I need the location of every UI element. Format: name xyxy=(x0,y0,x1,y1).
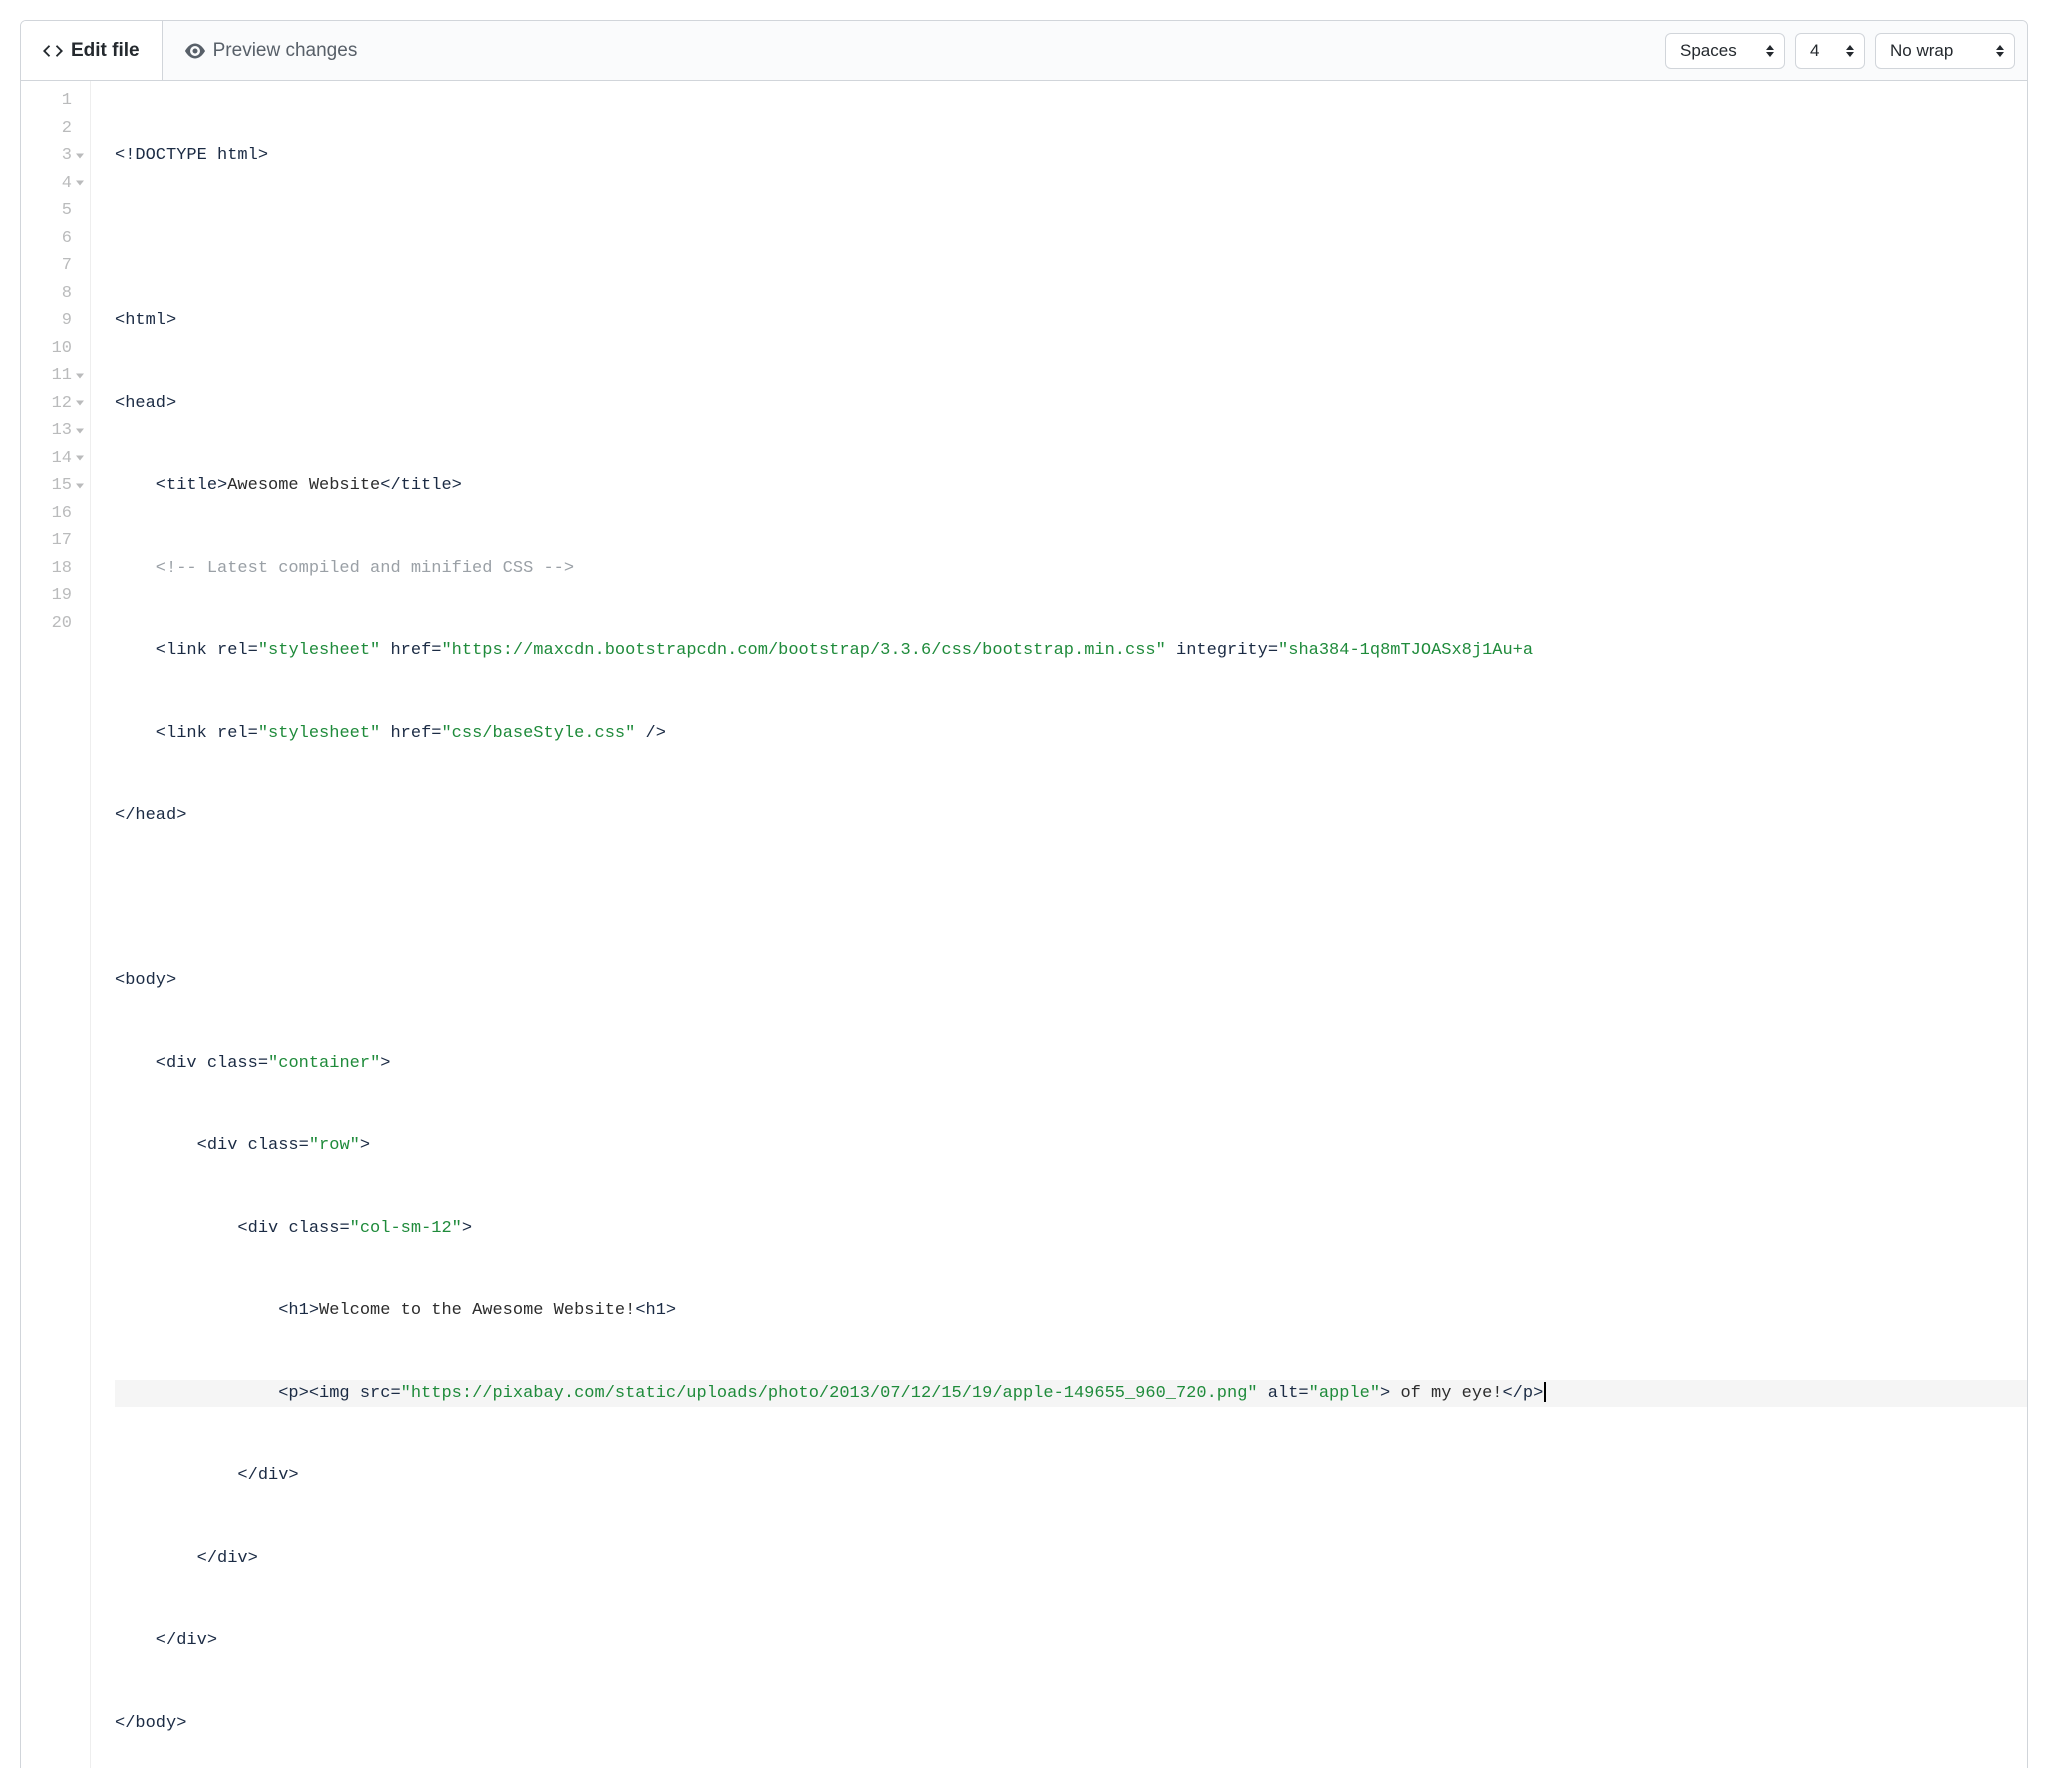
line-number: 3 xyxy=(21,142,90,170)
indent-size-value: 4 xyxy=(1810,41,1819,61)
code-line: </div> xyxy=(115,1545,2027,1573)
code-line xyxy=(115,885,2027,913)
tab-edit-file[interactable]: Edit file xyxy=(21,21,163,80)
text-cursor xyxy=(1544,1382,1546,1402)
code-line: <div class="col-sm-12"> xyxy=(115,1215,2027,1243)
code-line: <!-- Latest compiled and minified CSS --… xyxy=(115,555,2027,583)
line-number: 12 xyxy=(21,390,90,418)
indent-size-select[interactable]: 4 xyxy=(1795,33,1865,69)
code-line: </body> xyxy=(115,1710,2027,1738)
wrap-mode-select[interactable]: No wrap xyxy=(1875,33,2015,69)
line-number: 6 xyxy=(21,225,90,253)
line-number: 5 xyxy=(21,197,90,225)
toolbar-settings: Spaces 4 No wrap xyxy=(1665,21,2027,80)
line-number: 2 xyxy=(21,115,90,143)
line-number: 8 xyxy=(21,280,90,308)
line-number: 7 xyxy=(21,252,90,280)
code-content[interactable]: <!DOCTYPE html> <html> <head> <title>Awe… xyxy=(91,81,2027,1768)
chevron-updown-icon xyxy=(1846,45,1854,57)
code-line: <h1>Welcome to the Awesome Website!<h1> xyxy=(115,1297,2027,1325)
code-line: <link rel="stylesheet" href="css/baseSty… xyxy=(115,720,2027,748)
code-icon xyxy=(43,41,63,61)
tab-preview-changes[interactable]: Preview changes xyxy=(163,21,381,80)
code-line: <head> xyxy=(115,390,2027,418)
tab-list: Edit file Preview changes xyxy=(21,21,380,80)
line-number: 9 xyxy=(21,307,90,335)
chevron-updown-icon xyxy=(1766,45,1774,57)
line-number: 18 xyxy=(21,555,90,583)
code-line: </div> xyxy=(115,1627,2027,1655)
editor-container: Edit file Preview changes Spaces 4 No wr… xyxy=(20,20,2028,1768)
wrap-mode-value: No wrap xyxy=(1890,41,1953,61)
code-line: <link rel="stylesheet" href="https://max… xyxy=(115,637,2027,665)
indent-mode-value: Spaces xyxy=(1680,41,1737,61)
code-line: <div class="container"> xyxy=(115,1050,2027,1078)
line-number: 11 xyxy=(21,362,90,390)
code-line: <!DOCTYPE html> xyxy=(115,142,2027,170)
code-line xyxy=(115,225,2027,253)
line-number: 4 xyxy=(21,170,90,198)
eye-icon xyxy=(185,41,205,61)
indent-mode-select[interactable]: Spaces xyxy=(1665,33,1785,69)
line-number: 20 xyxy=(21,610,90,638)
code-line: </div> xyxy=(115,1462,2027,1490)
tab-preview-label: Preview changes xyxy=(213,40,358,62)
tab-edit-label: Edit file xyxy=(71,40,140,62)
line-number: 1 xyxy=(21,87,90,115)
editor-toolbar: Edit file Preview changes Spaces 4 No wr… xyxy=(21,21,2027,81)
code-line: <body> xyxy=(115,967,2027,995)
line-number: 13 xyxy=(21,417,90,445)
line-number: 17 xyxy=(21,527,90,555)
code-line: <div class="row"> xyxy=(115,1132,2027,1160)
line-number: 10 xyxy=(21,335,90,363)
code-line-active: <p><img src="https://pixabay.com/static/… xyxy=(115,1380,2027,1408)
line-number-gutter: 1 2 3 4 5 6 7 8 9 10 11 12 13 14 15 16 1… xyxy=(21,81,91,1768)
chevron-updown-icon xyxy=(1996,45,2004,57)
line-number: 15 xyxy=(21,472,90,500)
line-number: 14 xyxy=(21,445,90,473)
line-number: 16 xyxy=(21,500,90,528)
code-editor[interactable]: 1 2 3 4 5 6 7 8 9 10 11 12 13 14 15 16 1… xyxy=(21,81,2027,1768)
line-number: 19 xyxy=(21,582,90,610)
code-line: <title>Awesome Website</title> xyxy=(115,472,2027,500)
code-line: </head> xyxy=(115,802,2027,830)
code-line: <html> xyxy=(115,307,2027,335)
